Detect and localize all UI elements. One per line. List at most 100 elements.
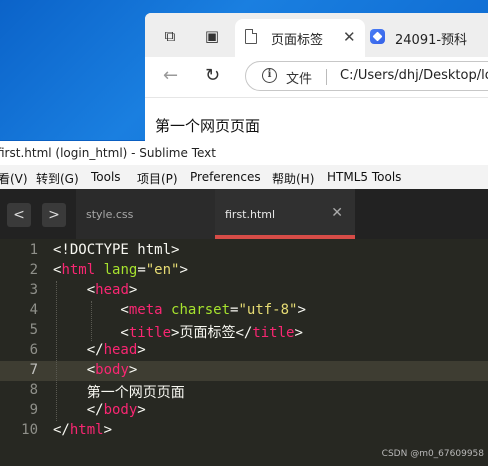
editor-tab-close-icon[interactable]: ✕ (331, 205, 343, 221)
code-text: </body> (53, 402, 146, 418)
code-token: > (128, 362, 138, 378)
code-token: meta (128, 302, 163, 318)
browser-tab-bar: ⧉ ▣ 页面标签 ✕ 24091-预科 (145, 13, 488, 57)
line-number: 4 (29, 302, 38, 318)
code-token: title (128, 325, 172, 341)
line-number: 3 (29, 282, 38, 298)
browser-window: ⧉ ▣ 页面标签 ✕ 24091-预科 ← ↻ i 文件 C:/Users/dh… (145, 13, 488, 141)
code-token: < (53, 362, 96, 378)
code-token: > (128, 282, 138, 298)
code-text: <body> (53, 362, 138, 378)
code-token: > (137, 342, 146, 358)
editor-tab-label: style.css (86, 208, 134, 221)
menu-bar: 看(V) 转到(G) Tools 项目(P) Preferences 帮助(H)… (0, 165, 488, 190)
tab-title: 页面标签 (271, 33, 324, 48)
code-line[interactable]: 3 <head> (0, 281, 488, 301)
code-line[interactable]: 7 <body> (0, 361, 488, 381)
menu-preferences[interactable]: Preferences (190, 170, 261, 184)
sublime-title-bar: first.html (login_html) - Sublime Text (0, 141, 488, 165)
code-token: html (61, 262, 96, 278)
code-token: "utf-8" (238, 302, 298, 318)
code-line[interactable]: 5 <title>页面标签</title> (0, 321, 488, 341)
code-token: > (297, 302, 306, 318)
page-body-text: 第一个网页页面 (155, 117, 261, 135)
code-line[interactable]: 2 <html lang="en"> (0, 261, 488, 281)
menu-help[interactable]: 帮助(H) (272, 170, 314, 187)
address-file-label: 文件 (286, 72, 313, 87)
code-token: < (53, 282, 96, 298)
code-line[interactable]: 1 <!DOCTYPE html> (0, 241, 488, 261)
browser-tab-2-title[interactable]: 24091-预科 (395, 29, 467, 48)
info-icon[interactable]: i (262, 68, 277, 83)
reload-icon[interactable]: ↻ (205, 65, 220, 86)
tab-actions-icon[interactable]: ▣ (203, 27, 221, 45)
code-text: </head> (53, 342, 146, 358)
line-number: 9 (29, 402, 38, 418)
code-token: body (103, 402, 138, 418)
editor-tab-bar: < > style.css first.html ✕ (0, 189, 488, 239)
code-token: "en" (145, 262, 180, 278)
code-token: </ (53, 422, 70, 438)
code-editor[interactable]: 1 <!DOCTYPE html> 2 <html lang="en"> 3 <head… (0, 239, 488, 466)
sublime-window: first.html (login_html) - Sublime Text 看… (0, 141, 488, 466)
code-token: </ (53, 402, 104, 418)
line-number: 6 (29, 342, 38, 358)
window-title: first.html (login_html) - Sublime Text (0, 146, 216, 160)
code-token: 第一个网页页面 (53, 385, 185, 401)
line-number: 10 (21, 422, 38, 438)
chevron-right-icon[interactable]: > (42, 203, 66, 227)
line-number: 5 (29, 322, 38, 338)
code-line[interactable]: 6 </head> (0, 341, 488, 361)
menu-goto[interactable]: 转到(G) (36, 170, 79, 187)
browser-tab-active[interactable]: 页面标签 ✕ (235, 19, 365, 57)
indent-guide (56, 281, 57, 421)
code-token: >页面标签</ (171, 325, 253, 341)
code-text: <html lang="en"> (53, 262, 188, 278)
code-token: html (69, 422, 104, 438)
line-number: 7 (29, 362, 38, 378)
code-line[interactable]: 10 </html> (0, 421, 488, 441)
back-arrow-icon[interactable]: ← (163, 65, 178, 86)
menu-tools[interactable]: Tools (91, 170, 121, 184)
code-token: > (179, 262, 188, 278)
menu-html5-tools[interactable]: HTML5 Tools (327, 170, 401, 184)
chevron-left-icon[interactable]: < (7, 203, 31, 227)
address-row: ← ↻ i 文件 C:/Users/dhj/Desktop/lo (145, 57, 488, 97)
code-token: charset (171, 302, 231, 318)
code-token: </ (53, 342, 104, 358)
editor-tab-label: first.html (225, 208, 276, 221)
code-token: head (103, 342, 138, 358)
page-icon (245, 29, 257, 44)
menu-view[interactable]: 看(V) (0, 170, 28, 187)
line-number: 8 (29, 382, 38, 398)
indent-guide (91, 301, 92, 341)
code-token: title (252, 325, 295, 341)
line-number: 2 (29, 262, 38, 278)
code-text: <!DOCTYPE html> (53, 242, 179, 258)
editor-tab-style-css[interactable]: style.css (76, 189, 216, 239)
editor-tab-first-html[interactable]: first.html ✕ (215, 189, 355, 239)
address-bar[interactable]: i 文件 C:/Users/dhj/Desktop/lo (245, 61, 488, 91)
address-separator (326, 69, 327, 85)
tab-close-icon[interactable]: ✕ (343, 28, 356, 46)
tab2-favicon-icon (370, 29, 385, 44)
code-token: > (137, 402, 146, 418)
code-token: = (137, 262, 146, 278)
code-line[interactable]: 4 <meta charset="utf-8"> (0, 301, 488, 321)
code-line[interactable]: 9 </body> (0, 401, 488, 421)
code-line[interactable]: 8 第一个网页页面 (0, 381, 488, 401)
code-token: head (95, 282, 129, 298)
code-token: body (95, 362, 129, 378)
code-text: <head> (53, 282, 138, 298)
code-text: </html> (53, 422, 112, 438)
code-token: > (294, 325, 303, 341)
code-token: lang (103, 262, 138, 278)
code-token: > (103, 422, 113, 438)
address-url[interactable]: C:/Users/dhj/Desktop/lo (340, 68, 488, 83)
line-number: 1 (29, 242, 38, 258)
workspaces-icon[interactable]: ⧉ (161, 27, 179, 45)
code-text: 第一个网页页面 (53, 382, 185, 402)
menu-project[interactable]: 项目(P) (137, 170, 178, 187)
